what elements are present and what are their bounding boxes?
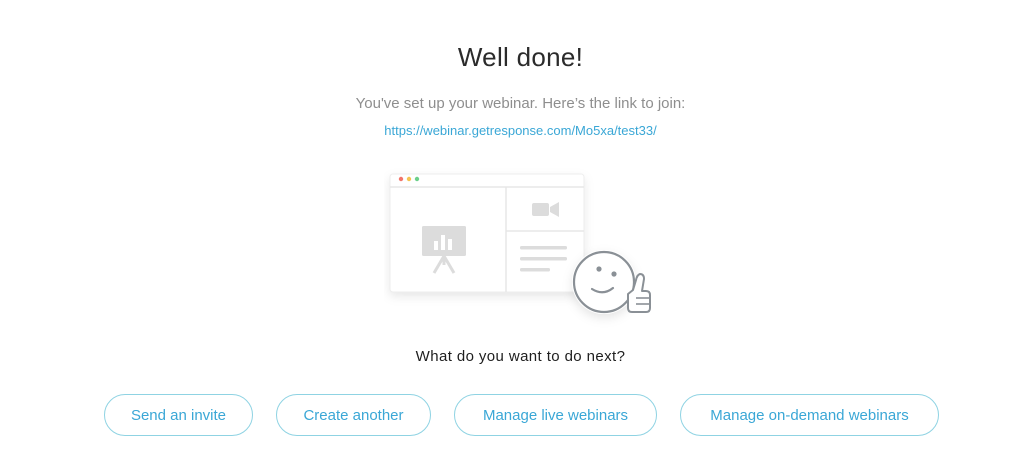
webinar-illustration [389, 173, 651, 314]
create-another-button[interactable]: Create another [276, 394, 431, 436]
setup-message: You've set up your webinar. Here’s the l… [355, 95, 686, 112]
browser-window [389, 173, 585, 293]
video-camera-icon [532, 202, 559, 217]
window-dot-yellow [406, 176, 412, 182]
window-dot-red [398, 176, 404, 182]
next-steps-question: What do you want to do next? [415, 348, 626, 365]
smiley-thumbs-up-icon [572, 250, 651, 314]
webinar-join-link[interactable]: https://webinar.getresponse.com/Mo5xa/te… [0, 123, 1024, 138]
window-dot-green [414, 176, 420, 182]
manage-live-webinars-button[interactable]: Manage live webinars [454, 394, 657, 436]
manage-on-demand-webinars-button[interactable]: Manage on-demand webinars [680, 394, 939, 436]
send-invite-button[interactable]: Send an invite [104, 394, 253, 436]
page-title: Well done! [457, 42, 584, 72]
success-page: Well done! You've set up your webinar. H… [0, 0, 1024, 457]
